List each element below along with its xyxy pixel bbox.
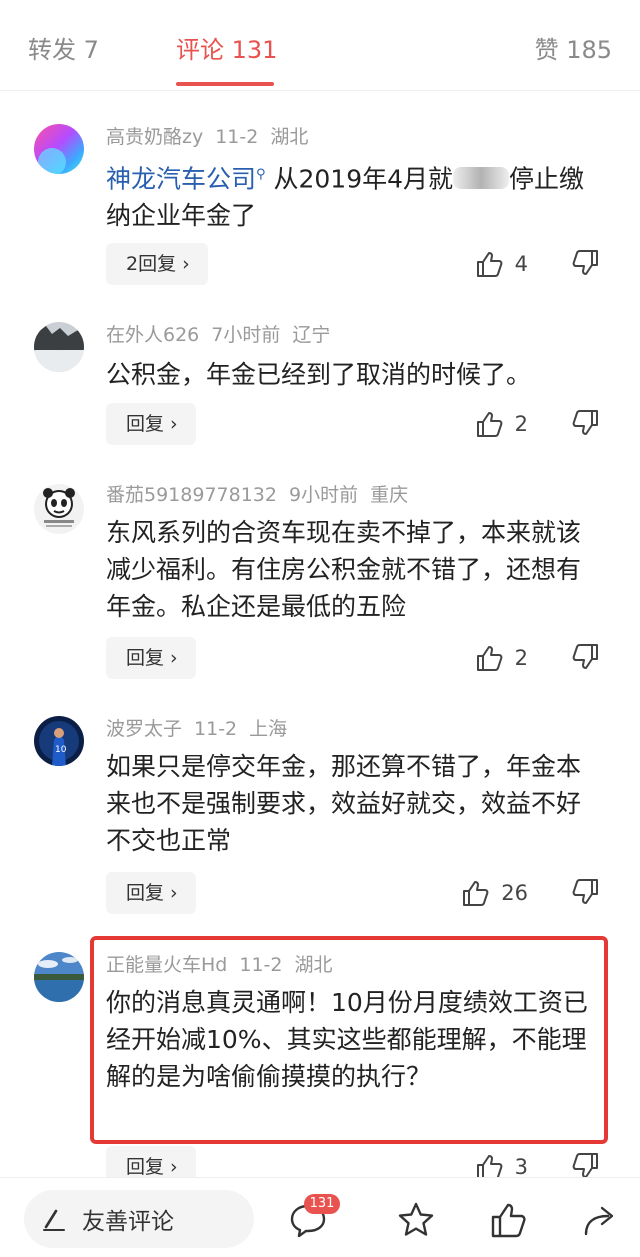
comment-time: 7小时前 [211, 324, 281, 346]
comment-count-badge: 131 [304, 1194, 340, 1214]
avatar[interactable] [34, 484, 84, 534]
dislike-button[interactable] [570, 248, 600, 278]
highlight-box [90, 936, 608, 1144]
share-icon[interactable] [580, 1200, 620, 1240]
thumbs-down-icon [572, 250, 598, 275]
comment-meta: 波罗太子 11-2 上海 [106, 716, 287, 742]
topic-link[interactable]: 神龙汽车公司 [106, 164, 256, 193]
reply-button[interactable]: 回复 › [106, 637, 196, 679]
reply-button[interactable]: 回复 › [106, 872, 196, 914]
replies-button-label: 2回复 [126, 253, 177, 275]
comment-username[interactable]: 番茄59189778132 [106, 484, 277, 506]
thumbs-up-icon[interactable] [488, 1200, 528, 1240]
reply-button-label: 回复 [126, 413, 165, 435]
comment-time: 9小时前 [288, 484, 359, 506]
dislike-button[interactable] [570, 877, 600, 907]
blurred-text [453, 167, 510, 190]
star-icon[interactable] [396, 1200, 436, 1240]
reply-button-label: 回复 [126, 647, 165, 669]
like-count: 2 [514, 412, 528, 436]
reply-button[interactable]: 回复 › [106, 403, 196, 445]
comment-text-part: 从2019年4月就 [273, 164, 454, 194]
tab-bar: 转发 7 评论 131 赞 185 [0, 0, 640, 90]
comment-text: 东风系列的合资车现在卖不掉了，本来就该减少福利。有住房公积金就不错了，还想有年金… [106, 518, 582, 621]
avatar[interactable]: 10 [34, 716, 84, 766]
thumbs-down-icon [572, 410, 598, 435]
comment-meta: 在外人626 7小时前 辽宁 [106, 322, 330, 348]
chevron-right-icon: › [170, 413, 178, 435]
like-count: 3 [514, 1155, 528, 1179]
avatar[interactable] [34, 952, 84, 1002]
comment-text: 神龙汽车公司⚲ 从2019年4月就 停止缴纳企业年金了 [106, 156, 596, 234]
chevron-right-icon: › [170, 882, 178, 904]
thumbs-up-icon [463, 881, 489, 906]
comment-time: 11-2 [215, 126, 259, 148]
chevron-right-icon: › [170, 647, 178, 669]
pen-icon [43, 1209, 65, 1231]
like-button[interactable]: 2 [475, 408, 528, 440]
thumbs-down-icon [572, 879, 598, 904]
comment-username[interactable]: 高贵奶酪zy [106, 126, 203, 148]
comment-username[interactable]: 在外人626 [106, 324, 199, 346]
active-tab-indicator [176, 82, 274, 86]
search-icon: ⚲ [256, 167, 266, 182]
svg-text:10: 10 [55, 745, 67, 755]
thumbs-up-icon [476, 412, 503, 437]
chevron-right-icon: › [182, 253, 190, 275]
divider [0, 90, 640, 91]
comment-meta: 高贵奶酪zy 11-2 湖北 [106, 124, 308, 150]
thumbs-up-icon [476, 252, 503, 277]
comment-text: 公积金，年金已经到了取消的时候了。 [106, 360, 532, 389]
comment-input-label: 友善评论 [82, 1209, 174, 1235]
tab-reposts[interactable]: 转发 7 [28, 34, 99, 66]
comment-username[interactable]: 波罗太子 [106, 718, 182, 740]
comment-meta: 番茄59189778132 9小时前 重庆 [106, 482, 408, 508]
dislike-button[interactable] [570, 408, 600, 438]
tab-comments[interactable]: 评论 131 [176, 34, 277, 66]
like-button[interactable]: 2 [475, 642, 528, 674]
like-button[interactable]: 26 [461, 877, 528, 909]
comment-time: 11-2 [194, 718, 238, 740]
comment-input[interactable]: 友善评论 [24, 1190, 254, 1248]
comment-location: 重庆 [370, 484, 409, 506]
reply-button-label: 回复 [126, 1156, 165, 1178]
replies-button[interactable]: 2回复 › [106, 243, 208, 285]
like-count: 4 [514, 252, 528, 276]
avatar[interactable] [34, 322, 84, 372]
thumbs-down-icon [572, 644, 598, 669]
tab-likes[interactable]: 赞 185 [535, 34, 612, 66]
bottom-bar: 友善评论 131 [0, 1177, 640, 1257]
like-count: 26 [501, 881, 528, 905]
thumbs-up-icon [476, 646, 503, 671]
comment-location: 辽宁 [292, 324, 331, 346]
comment-location: 湖北 [270, 126, 309, 148]
like-button[interactable]: 4 [475, 248, 528, 280]
avatar[interactable] [34, 124, 84, 174]
comment-location: 上海 [249, 718, 288, 740]
dislike-button[interactable] [570, 642, 600, 672]
comment-text: 如果只是停交年金，那还算不错了，年金本来也不是强制要求，效益好就交，效益不好不交… [106, 752, 582, 855]
reply-button-label: 回复 [126, 882, 165, 904]
like-count: 2 [514, 646, 528, 670]
